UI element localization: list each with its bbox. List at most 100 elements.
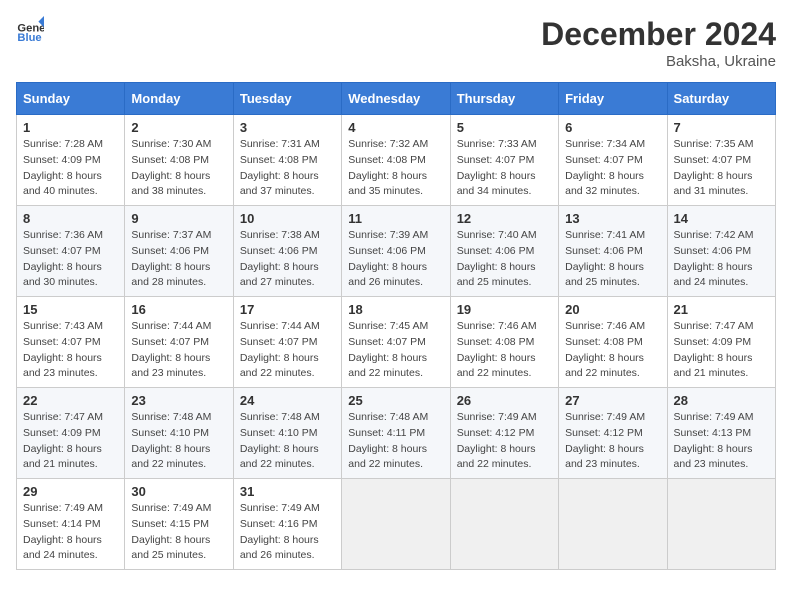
day-number: 27: [565, 393, 660, 408]
month-title: December 2024: [541, 16, 776, 53]
calendar-week-3: 15Sunrise: 7:43 AMSunset: 4:07 PMDayligh…: [17, 297, 776, 388]
day-cell-24: 24 Sunrise: 7:48 AMSunset: 4:10 PMDayligh…: [233, 388, 341, 479]
cell-info: Sunrise: 7:41 AMSunset: 4:06 PMDaylight:…: [565, 229, 645, 288]
day-number: 2: [131, 120, 226, 135]
cell-info: Sunrise: 7:46 AMSunset: 4:08 PMDaylight:…: [457, 320, 537, 379]
day-cell-7: 7 Sunrise: 7:35 AMSunset: 4:07 PMDaylight…: [667, 115, 775, 206]
cell-info: Sunrise: 7:37 AMSunset: 4:06 PMDaylight:…: [131, 229, 211, 288]
cell-info: Sunrise: 7:36 AMSunset: 4:07 PMDaylight:…: [23, 229, 103, 288]
cell-info: Sunrise: 7:38 AMSunset: 4:06 PMDaylight:…: [240, 229, 320, 288]
logo: General Blue: [16, 16, 44, 44]
day-cell-23: 23 Sunrise: 7:48 AMSunset: 4:10 PMDayligh…: [125, 388, 233, 479]
cell-info: Sunrise: 7:49 AMSunset: 4:13 PMDaylight:…: [674, 411, 754, 470]
cell-info: Sunrise: 7:31 AMSunset: 4:08 PMDaylight:…: [240, 138, 320, 197]
cell-info: Sunrise: 7:39 AMSunset: 4:06 PMDaylight:…: [348, 229, 428, 288]
day-number: 9: [131, 211, 226, 226]
day-number: 30: [131, 484, 226, 499]
empty-cell: [559, 479, 667, 570]
col-friday: Friday: [559, 83, 667, 115]
day-number: 8: [23, 211, 118, 226]
title-area: December 2024 Baksha, Ukraine: [541, 16, 776, 70]
day-number: 19: [457, 302, 552, 317]
day-cell-19: 19 Sunrise: 7:46 AMSunset: 4:08 PMDayligh…: [450, 297, 558, 388]
day-cell-8: 8 Sunrise: 7:36 AMSunset: 4:07 PMDaylight…: [17, 206, 125, 297]
day-number: 29: [23, 484, 118, 499]
svg-text:Blue: Blue: [17, 32, 41, 44]
cell-info: Sunrise: 7:47 AMSunset: 4:09 PMDaylight:…: [23, 411, 103, 470]
day-number: 26: [457, 393, 552, 408]
day-cell-21: 21Sunrise: 7:47 AMSunset: 4:09 PMDayligh…: [667, 297, 775, 388]
day-number: 5: [457, 120, 552, 135]
day-cell-10: 10Sunrise: 7:38 AMSunset: 4:06 PMDayligh…: [233, 206, 341, 297]
day-cell-5: 5 Sunrise: 7:33 AMSunset: 4:07 PMDaylight…: [450, 115, 558, 206]
empty-cell: [450, 479, 558, 570]
day-cell-22: 22 Sunrise: 7:47 AMSunset: 4:09 PMDayligh…: [17, 388, 125, 479]
day-number: 22: [23, 393, 118, 408]
day-number: 7: [674, 120, 769, 135]
empty-cell: [342, 479, 450, 570]
logo-icon: General Blue: [16, 16, 44, 44]
day-cell-31: 31 Sunrise: 7:49 AMSunset: 4:16 PMDayligh…: [233, 479, 341, 570]
col-sunday: Sunday: [17, 83, 125, 115]
day-cell-1: 1Sunrise: 7:28 AMSunset: 4:09 PMDaylight…: [17, 115, 125, 206]
page-header: General Blue December 2024 Baksha, Ukrai…: [16, 16, 776, 70]
day-cell-30: 30 Sunrise: 7:49 AMSunset: 4:15 PMDayligh…: [125, 479, 233, 570]
day-cell-25: 25Sunrise: 7:48 AMSunset: 4:11 PMDayligh…: [342, 388, 450, 479]
col-tuesday: Tuesday: [233, 83, 341, 115]
cell-info: Sunrise: 7:30 AMSunset: 4:08 PMDaylight:…: [131, 138, 211, 197]
col-saturday: Saturday: [667, 83, 775, 115]
day-cell-20: 20 Sunrise: 7:46 AMSunset: 4:08 PMDayligh…: [559, 297, 667, 388]
cell-info: Sunrise: 7:33 AMSunset: 4:07 PMDaylight:…: [457, 138, 537, 197]
day-cell-29: 29 Sunrise: 7:49 AMSunset: 4:14 PMDayligh…: [17, 479, 125, 570]
day-number: 31: [240, 484, 335, 499]
day-number: 17: [240, 302, 335, 317]
day-cell-9: 9 Sunrise: 7:37 AMSunset: 4:06 PMDaylight…: [125, 206, 233, 297]
day-number: 16: [131, 302, 226, 317]
day-cell-27: 27Sunrise: 7:49 AMSunset: 4:12 PMDayligh…: [559, 388, 667, 479]
cell-info: Sunrise: 7:45 AMSunset: 4:07 PMDaylight:…: [348, 320, 428, 379]
day-number: 20: [565, 302, 660, 317]
day-number: 12: [457, 211, 552, 226]
col-wednesday: Wednesday: [342, 83, 450, 115]
cell-info: Sunrise: 7:49 AMSunset: 4:16 PMDaylight:…: [240, 502, 320, 561]
day-cell-3: 3 Sunrise: 7:31 AMSunset: 4:08 PMDaylight…: [233, 115, 341, 206]
day-number: 14: [674, 211, 769, 226]
cell-info: Sunrise: 7:49 AMSunset: 4:15 PMDaylight:…: [131, 502, 211, 561]
cell-info: Sunrise: 7:49 AMSunset: 4:14 PMDaylight:…: [23, 502, 103, 561]
location-title: Baksha, Ukraine: [541, 53, 776, 70]
day-number: 4: [348, 120, 443, 135]
day-number: 25: [348, 393, 443, 408]
day-number: 6: [565, 120, 660, 135]
cell-info: Sunrise: 7:32 AMSunset: 4:08 PMDaylight:…: [348, 138, 428, 197]
calendar-week-4: 22 Sunrise: 7:47 AMSunset: 4:09 PMDayligh…: [17, 388, 776, 479]
day-number: 15: [23, 302, 118, 317]
day-number: 23: [131, 393, 226, 408]
calendar-week-1: 1Sunrise: 7:28 AMSunset: 4:09 PMDaylight…: [17, 115, 776, 206]
day-number: 24: [240, 393, 335, 408]
day-cell-12: 12Sunrise: 7:40 AMSunset: 4:06 PMDayligh…: [450, 206, 558, 297]
day-number: 13: [565, 211, 660, 226]
cell-info: Sunrise: 7:44 AMSunset: 4:07 PMDaylight:…: [240, 320, 320, 379]
col-monday: Monday: [125, 83, 233, 115]
cell-info: Sunrise: 7:48 AMSunset: 4:10 PMDaylight:…: [131, 411, 211, 470]
day-number: 21: [674, 302, 769, 317]
calendar-table: Sunday Monday Tuesday Wednesday Thursday…: [16, 82, 776, 570]
cell-info: Sunrise: 7:35 AMSunset: 4:07 PMDaylight:…: [674, 138, 754, 197]
cell-info: Sunrise: 7:48 AMSunset: 4:10 PMDaylight:…: [240, 411, 320, 470]
cell-info: Sunrise: 7:42 AMSunset: 4:06 PMDaylight:…: [674, 229, 754, 288]
day-number: 28: [674, 393, 769, 408]
cell-info: Sunrise: 7:49 AMSunset: 4:12 PMDaylight:…: [457, 411, 537, 470]
cell-info: Sunrise: 7:46 AMSunset: 4:08 PMDaylight:…: [565, 320, 645, 379]
day-cell-16: 16 Sunrise: 7:44 AMSunset: 4:07 PMDayligh…: [125, 297, 233, 388]
calendar-week-2: 8 Sunrise: 7:36 AMSunset: 4:07 PMDaylight…: [17, 206, 776, 297]
cell-info: Sunrise: 7:44 AMSunset: 4:07 PMDaylight:…: [131, 320, 211, 379]
day-cell-18: 18Sunrise: 7:45 AMSunset: 4:07 PMDayligh…: [342, 297, 450, 388]
day-number: 3: [240, 120, 335, 135]
day-cell-2: 2 Sunrise: 7:30 AMSunset: 4:08 PMDaylight…: [125, 115, 233, 206]
cell-info: Sunrise: 7:34 AMSunset: 4:07 PMDaylight:…: [565, 138, 645, 197]
day-cell-26: 26 Sunrise: 7:49 AMSunset: 4:12 PMDayligh…: [450, 388, 558, 479]
header-row: Sunday Monday Tuesday Wednesday Thursday…: [17, 83, 776, 115]
calendar-week-5: 29 Sunrise: 7:49 AMSunset: 4:14 PMDayligh…: [17, 479, 776, 570]
day-cell-14: 14 Sunrise: 7:42 AMSunset: 4:06 PMDayligh…: [667, 206, 775, 297]
day-number: 1: [23, 120, 118, 135]
